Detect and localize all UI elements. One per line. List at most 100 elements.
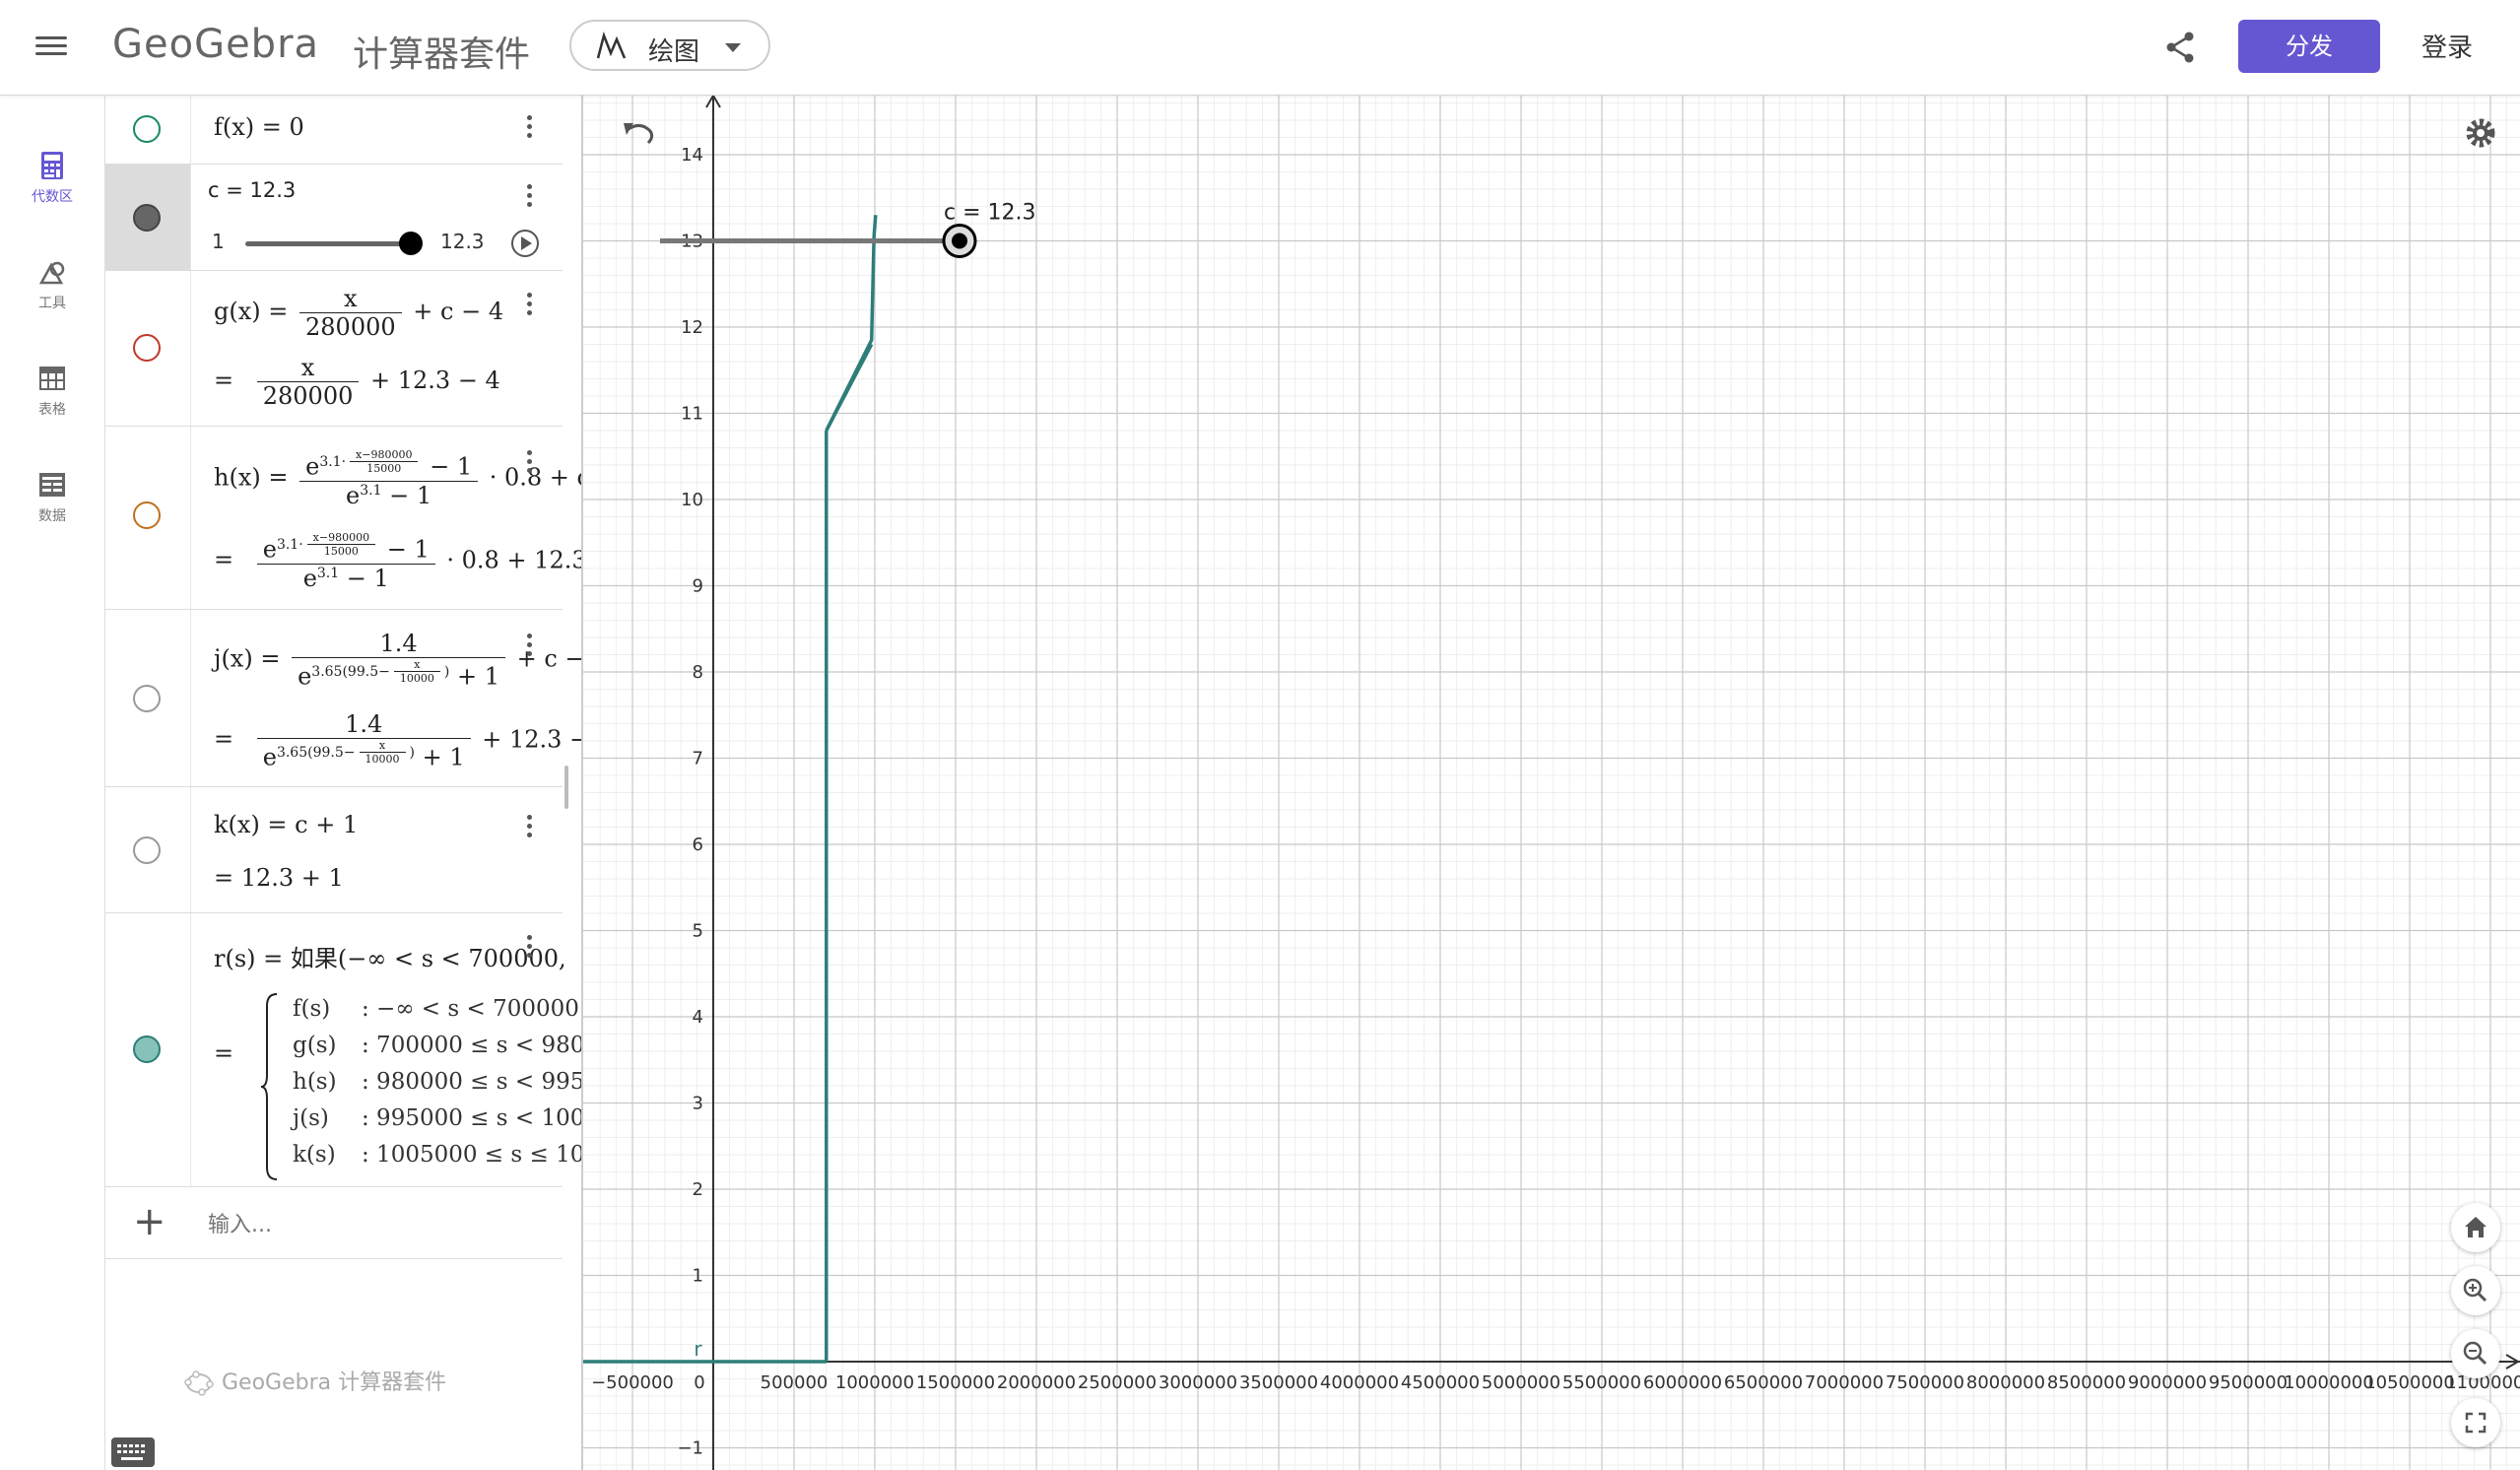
x-tick-label: 8000000 <box>1966 1372 2045 1393</box>
login-button[interactable]: 登录 <box>2421 28 2473 64</box>
slider-knob[interactable] <box>399 232 423 255</box>
x-tick-label: 5000000 <box>1482 1372 1560 1393</box>
x-tick-label: 3000000 <box>1159 1372 1237 1393</box>
algebra-row-k[interactable]: k(x) = c + 1 = 12.3 + 1 <box>105 787 563 913</box>
h-eval-den-tail: − 1 <box>346 564 389 592</box>
more-options-icon[interactable] <box>527 634 533 660</box>
zoom-in-icon <box>2463 1278 2487 1303</box>
evaluation-k: = 12.3 + 1 <box>214 864 344 892</box>
visibility-toggle-r[interactable] <box>133 1036 161 1063</box>
j-den-exp-den: 10000 <box>399 672 434 685</box>
undo-icon[interactable] <box>619 115 658 155</box>
more-options-icon[interactable] <box>527 184 533 211</box>
y-tick-label: 9 <box>693 576 703 597</box>
graphics-view[interactable]: 1413121110987654321−1−500000050000010000… <box>583 96 2520 1470</box>
j-numerator: 1.4 <box>292 630 505 658</box>
piecewise-cases: f(s): −∞ < s < 700000 g(s): 700000 ≤ s <… <box>293 996 583 1178</box>
brace-icon <box>260 993 278 1180</box>
x-tick-label: 7500000 <box>1886 1372 1964 1393</box>
j-eval-numerator: 1.4 <box>256 710 471 739</box>
slider-max: 12.3 <box>440 230 485 253</box>
expression-r[interactable]: r(s) = 如果(−∞ < s < 700000, <box>214 939 566 973</box>
visibility-toggle-c[interactable] <box>133 204 161 232</box>
add-icon[interactable]: + <box>133 1199 166 1244</box>
slider-track[interactable] <box>245 232 423 255</box>
algebra-input-row: + <box>105 1187 563 1259</box>
home-button[interactable] <box>2451 1203 2500 1252</box>
nav-item-tools[interactable]: 工具 <box>0 257 104 312</box>
j-den-exp-num: x <box>393 658 440 672</box>
more-options-icon[interactable] <box>527 293 533 319</box>
keyboard-icon[interactable] <box>111 1437 155 1467</box>
more-options-icon[interactable] <box>527 115 533 142</box>
expression-c[interactable]: c = 12.3 <box>208 178 296 202</box>
y-tick-label: 7 <box>693 749 703 769</box>
nav-label: 工具 <box>38 296 66 311</box>
more-options-icon[interactable] <box>527 935 533 962</box>
x-tick-label: 6000000 <box>1643 1372 1722 1393</box>
app-header: GeoGebra 计算器套件 绘图 分发 登录 <box>0 0 2520 96</box>
nav-label: 表格 <box>38 402 66 418</box>
visibility-toggle-h[interactable] <box>133 501 161 529</box>
y-tick-label: 4 <box>693 1007 703 1028</box>
curve-segment-hjk <box>825 215 878 432</box>
more-options-icon[interactable] <box>527 815 533 841</box>
algebra-row-f[interactable]: f(x) = 0 <box>105 96 563 165</box>
play-icon[interactable] <box>509 228 541 259</box>
j-eval-rest: + 12.3 − 0 <box>482 725 581 754</box>
x-tick-label: 4000000 <box>1320 1372 1399 1393</box>
expression-g[interactable]: g(x) = x 280000 + c − 4 <box>214 285 503 341</box>
x-tick-label: 1000000 <box>835 1372 914 1393</box>
g-eval-numerator: x <box>256 354 360 382</box>
more-options-icon[interactable] <box>527 450 533 477</box>
app-picker-label: 绘图 <box>648 37 700 67</box>
expression-f[interactable]: f(x) = 0 <box>214 113 304 141</box>
g-rest: + c − 4 <box>413 298 504 325</box>
j-eval-den-exp-num: x <box>359 739 406 753</box>
algebra-row-j[interactable]: j(x) = 1.4e3.65(99.5−x10000) + 1 + c − (… <box>105 610 581 787</box>
x-tick-label: 5500000 <box>1562 1372 1641 1393</box>
visibility-toggle-j[interactable] <box>133 685 161 712</box>
graphing-icon <box>596 32 627 59</box>
zoom-out-button[interactable] <box>2451 1329 2500 1378</box>
case-row: g(s): 700000 ≤ s < 980 <box>293 1033 583 1058</box>
algebra-row-g[interactable]: g(x) = x 280000 + c − 4 = x 280000 + 12.3 … <box>105 271 563 427</box>
graph-canvas[interactable]: 1413121110987654321−1−500000050000010000… <box>583 96 2520 1470</box>
h-eval-exp-num: x−980000 <box>306 531 376 545</box>
x-tick-label: −500000 <box>591 1372 674 1393</box>
visibility-toggle-k[interactable] <box>133 836 161 864</box>
menu-icon[interactable] <box>35 32 67 63</box>
nav-item-data[interactable]: 数据 <box>0 470 104 525</box>
graph-slider-c[interactable]: c = 12.3 <box>660 201 1036 258</box>
case-row: h(s): 980000 ≤ s < 995 <box>293 1069 583 1095</box>
fullscreen-button[interactable] <box>2451 1398 2500 1447</box>
x-tick-label: 500000 <box>761 1372 829 1393</box>
nav-item-algebra[interactable]: 代数区 <box>0 151 104 206</box>
x-tick-label: 2000000 <box>997 1372 1076 1393</box>
h-eval-rest: · 0.8 + 12.3 − ( <box>446 546 583 574</box>
visibility-toggle-f[interactable] <box>133 115 161 143</box>
algebra-row-r[interactable]: r(s) = 如果(−∞ < s < 700000, = f(s): −∞ < … <box>105 913 581 1187</box>
x-tick-label: 4500000 <box>1401 1372 1480 1393</box>
curve-label: r <box>694 1337 702 1361</box>
h-rest: · 0.8 + c − <box>489 463 581 492</box>
algebra-row-h[interactable]: h(x) = e3.1· x−980000 15000 − 1 e3.1 − 1 · … <box>105 427 581 610</box>
geogebra-logo-icon <box>184 1370 214 1396</box>
y-tick-label: 2 <box>693 1179 703 1200</box>
zoom-in-button[interactable] <box>2451 1266 2500 1315</box>
nav-item-table[interactable]: 表格 <box>0 364 104 419</box>
distribute-button[interactable]: 分发 <box>2238 20 2380 73</box>
algebra-input[interactable] <box>206 1207 535 1242</box>
case-row: j(s): 995000 ≤ s < 100 <box>293 1105 583 1131</box>
branding-text: GeoGebra 计算器套件 <box>222 1370 447 1395</box>
gear-icon[interactable] <box>2463 115 2498 151</box>
visibility-toggle-g[interactable] <box>133 334 161 362</box>
expression-k[interactable]: k(x) = c + 1 <box>214 811 358 838</box>
scrollbar[interactable] <box>564 766 568 809</box>
evaluation-j: = 1.4e3.65(99.5−x10000) + 1 + 12.3 − 0 <box>214 710 581 771</box>
app-picker-dropdown[interactable]: 绘图 <box>569 20 770 71</box>
algebra-row-c[interactable]: c = 12.3 1 12.3 <box>105 165 563 271</box>
evaluation-h: = e3.1· x−980000 15000 − 1 e3.1 − 1 · 0.8 +… <box>214 531 583 592</box>
evaluation-g: = x 280000 + 12.3 − 4 <box>214 354 500 410</box>
share-icon[interactable] <box>2161 28 2201 67</box>
